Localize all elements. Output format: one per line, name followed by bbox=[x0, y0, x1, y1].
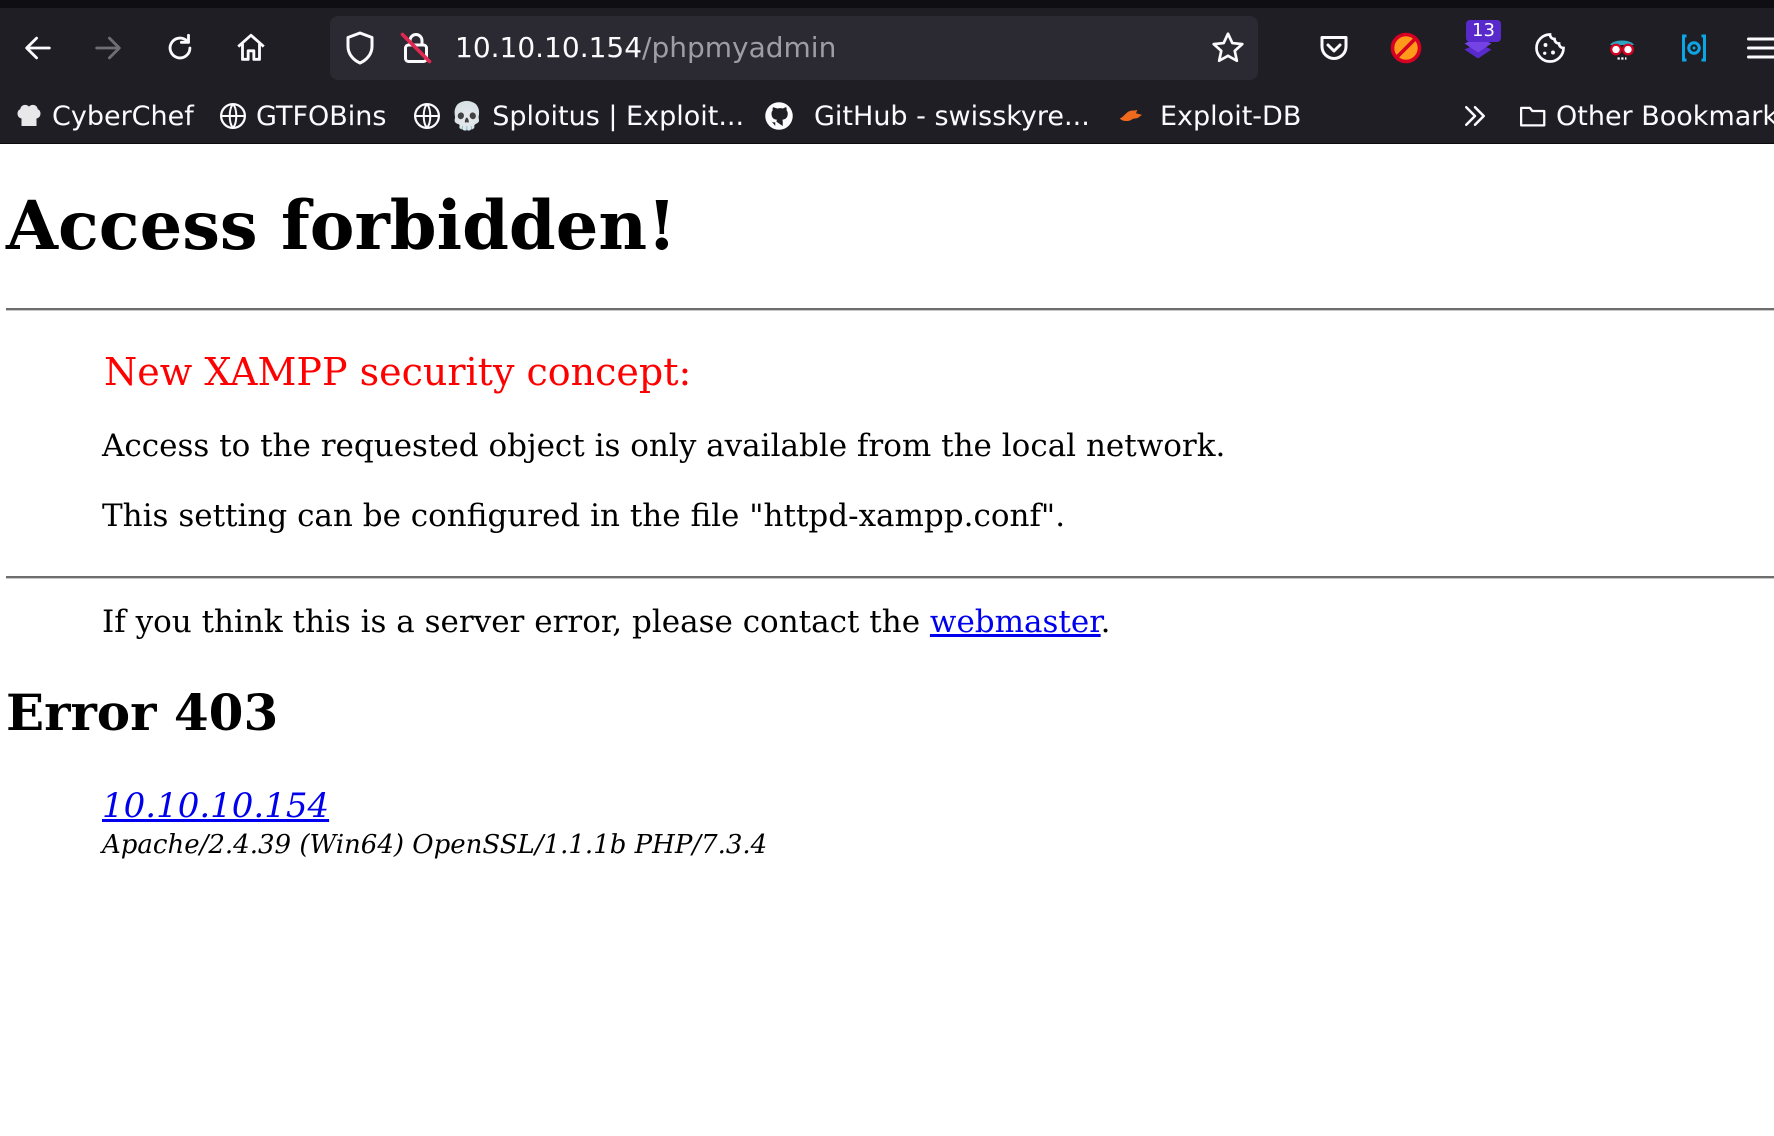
github-icon bbox=[764, 101, 794, 131]
bookmark-exploit-db[interactable]: Exploit-DB bbox=[1116, 96, 1301, 136]
error-heading: Error 403 bbox=[6, 683, 279, 742]
url-bar[interactable]: 10.10.10.154/phpmyadmin bbox=[330, 16, 1258, 80]
bookmark-cyberchef[interactable]: CyberChef bbox=[14, 96, 194, 136]
contact-prefix: If you think this is a server error, ple… bbox=[102, 604, 930, 640]
bookmark-label: GitHub - swisskyre... bbox=[814, 100, 1090, 132]
back-button[interactable] bbox=[18, 28, 58, 68]
globe-icon bbox=[412, 101, 442, 131]
url-text[interactable]: 10.10.10.154/phpmyadmin bbox=[455, 28, 836, 68]
pocket-icon bbox=[1320, 36, 1348, 60]
url-host: 10.10.10.154 bbox=[455, 31, 643, 64]
extension-badge: 13 bbox=[1466, 20, 1501, 42]
chevrons-right-icon bbox=[1460, 101, 1490, 131]
divider bbox=[6, 576, 1774, 579]
page-content: Access forbidden! New XAMPP security con… bbox=[0, 144, 1774, 1136]
home-button[interactable] bbox=[231, 28, 271, 68]
hamburger-menu-icon bbox=[1747, 37, 1774, 59]
bookmark-sploitus[interactable]: 💀 Sploitus | Exploit... bbox=[412, 96, 744, 136]
exploit-db-icon bbox=[1116, 101, 1146, 131]
bookmark-label: GTFOBins bbox=[256, 100, 387, 132]
browser-chrome: 10.10.10.154/phpmyadmin 13 CyberChef GTF… bbox=[0, 0, 1774, 144]
bookmark-github[interactable]: GitHub - swisskyre... bbox=[764, 96, 1090, 136]
tracking-protection-shield-icon[interactable] bbox=[342, 30, 378, 66]
arrow-left-icon bbox=[25, 36, 51, 60]
url-path: /phpmyadmin bbox=[642, 31, 837, 64]
server-address-link[interactable]: 10.10.10.154 bbox=[102, 784, 329, 828]
bookmark-label: Exploit-DB bbox=[1160, 100, 1302, 132]
bookmark-star-icon[interactable] bbox=[1210, 30, 1246, 66]
reload-button[interactable] bbox=[160, 28, 200, 68]
menu-button[interactable] bbox=[1740, 26, 1774, 70]
divider bbox=[6, 308, 1774, 311]
bookmarks-overflow-button[interactable] bbox=[1460, 96, 1498, 136]
insecure-lock-icon[interactable] bbox=[398, 30, 434, 66]
pocket-button[interactable] bbox=[1312, 26, 1356, 70]
bookmark-label: CyberChef bbox=[52, 100, 194, 132]
tab-strip bbox=[0, 0, 1774, 8]
other-bookmarks-folder[interactable]: Other Bookmarks bbox=[1518, 96, 1774, 136]
contact-paragraph: If you think this is a server error, ple… bbox=[102, 602, 1111, 642]
page-title: Access forbidden! bbox=[6, 186, 677, 265]
home-icon bbox=[237, 33, 265, 61]
bookmark-label: 💀 Sploitus | Exploit... bbox=[450, 101, 745, 132]
extension-proxy-button[interactable] bbox=[1672, 26, 1716, 70]
bookmark-gtfobins[interactable]: GTFOBins bbox=[218, 96, 386, 136]
server-signature: Apache/2.4.39 (Win64) OpenSSL/1.1.1b PHP… bbox=[102, 830, 768, 860]
extension-cookie-button[interactable] bbox=[1528, 26, 1572, 70]
forward-button[interactable] bbox=[88, 28, 128, 68]
webmaster-link[interactable]: webmaster bbox=[930, 604, 1101, 640]
arrow-right-icon bbox=[95, 36, 121, 60]
proxy-target-icon bbox=[1682, 34, 1706, 62]
extension-spy-button[interactable] bbox=[1600, 26, 1644, 70]
other-bookmarks-label: Other Bookmarks bbox=[1556, 100, 1774, 132]
security-concept-heading: New XAMPP security concept: bbox=[104, 350, 692, 394]
chef-hat-icon bbox=[14, 101, 44, 131]
blocker-extension-icon bbox=[1390, 32, 1422, 64]
config-paragraph: This setting can be configured in the fi… bbox=[102, 498, 1066, 534]
spy-glasses-icon bbox=[1610, 40, 1634, 60]
reload-icon bbox=[168, 33, 192, 60]
contact-suffix: . bbox=[1100, 604, 1111, 640]
access-paragraph: Access to the requested object is only a… bbox=[102, 428, 1226, 464]
globe-icon bbox=[218, 101, 248, 131]
folder-icon bbox=[1518, 101, 1548, 131]
extension-blocker-button[interactable] bbox=[1384, 26, 1428, 70]
cookie-icon bbox=[1535, 33, 1565, 63]
